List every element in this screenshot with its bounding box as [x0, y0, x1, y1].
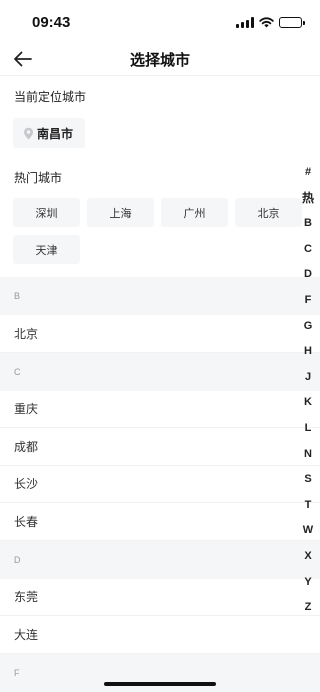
index-item-h[interactable]: H	[299, 339, 317, 365]
back-button[interactable]	[10, 46, 36, 72]
arrow-left-icon	[14, 51, 32, 67]
index-item-n[interactable]: N	[299, 442, 317, 468]
index-item-w[interactable]: W	[299, 518, 317, 544]
index-item-hash[interactable]: #	[299, 160, 317, 186]
current-city-label: 当前定位城市	[14, 90, 87, 104]
hot-cities-grid: 深圳 上海 广州 北京 天津	[13, 198, 303, 264]
wifi-icon	[259, 16, 274, 27]
alphabet-index-bar[interactable]: # 热 B C D F G H J K L N S T W X Y Z	[299, 160, 317, 621]
status-bar: 09:43	[0, 0, 320, 44]
city-row[interactable]: 东莞	[0, 579, 320, 616]
hot-city-chip[interactable]: 深圳	[13, 198, 80, 227]
home-indicator	[104, 682, 216, 686]
cellular-signal-icon	[236, 16, 254, 28]
city-row[interactable]: 长沙	[0, 466, 320, 503]
group-header-c: C	[0, 352, 320, 391]
index-item-k[interactable]: K	[299, 390, 317, 416]
city-row[interactable]: 成都	[0, 428, 320, 466]
city-row[interactable]: 大连	[0, 616, 320, 654]
hot-city-chip[interactable]: 上海	[87, 198, 154, 227]
location-pin-icon	[24, 127, 33, 139]
nav-bar: 选择城市	[0, 44, 320, 76]
city-list: B 北京 C 重庆 成都 长沙 长春 D 东莞 大连 F	[0, 277, 320, 692]
page-title: 选择城市	[129, 51, 190, 69]
battery-icon	[279, 16, 305, 28]
status-icons	[236, 16, 305, 28]
hot-city-chip[interactable]: 天津	[13, 235, 80, 264]
status-time: 09:43	[32, 13, 71, 31]
hot-city-chip[interactable]: 广州	[161, 198, 228, 227]
city-row[interactable]: 重庆	[0, 391, 320, 428]
index-item-x[interactable]: X	[299, 544, 317, 570]
index-item-d[interactable]: D	[299, 262, 317, 288]
hot-city-chip[interactable]: 北京	[235, 198, 302, 227]
current-city-name: 南昌市	[37, 126, 74, 141]
index-item-hot[interactable]: 热	[299, 186, 317, 212]
group-header-b: B	[0, 277, 320, 315]
current-city-button[interactable]: 南昌市	[13, 118, 86, 148]
index-item-j[interactable]: J	[299, 365, 317, 391]
hot-cities-label: 热门城市	[14, 171, 63, 185]
city-row[interactable]: 北京	[0, 315, 320, 353]
group-header-d: D	[0, 540, 320, 579]
index-item-f[interactable]: F	[299, 288, 317, 314]
index-item-z[interactable]: Z	[299, 595, 317, 621]
index-item-s[interactable]: S	[299, 467, 317, 493]
index-item-t[interactable]: T	[299, 493, 317, 519]
index-item-b[interactable]: B	[299, 211, 317, 237]
index-item-g[interactable]: G	[299, 314, 317, 340]
index-item-c[interactable]: C	[299, 237, 317, 263]
index-item-l[interactable]: L	[299, 416, 317, 442]
index-item-y[interactable]: Y	[299, 570, 317, 596]
city-row[interactable]: 长春	[0, 503, 320, 541]
